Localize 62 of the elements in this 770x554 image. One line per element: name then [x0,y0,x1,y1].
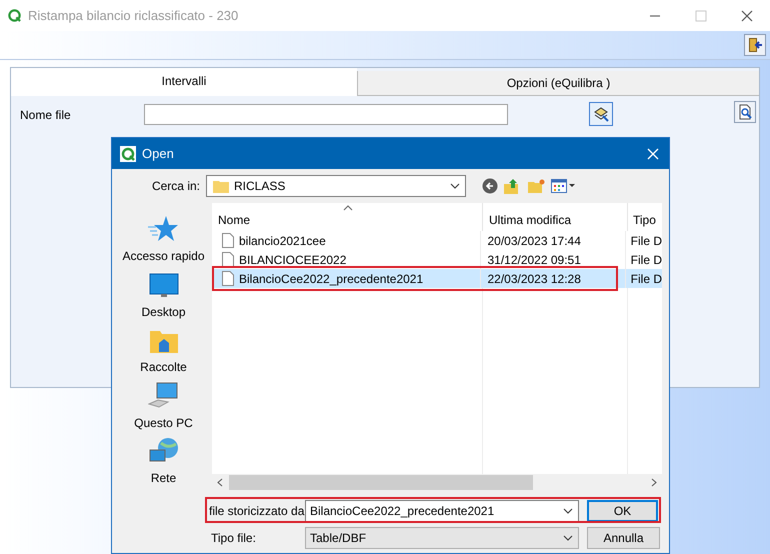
place-link[interactable]: Rete [150,469,176,488]
filename-label: file storicizzato da [209,503,305,520]
computer-icon [148,382,178,410]
new-folder-icon[interactable] [528,179,545,193]
window-title: Ristampa bilancio riclassificato - 230 [28,6,238,25]
cancel-button[interactable]: Annulla [587,527,660,549]
file-row[interactable]: BilancioCee2022_precedente2021 22/03/2023 12:28 File D [212,269,662,288]
scroll-left-icon[interactable] [217,478,223,487]
file-type-dropdown[interactable]: Table/DBF [305,527,579,549]
filename-input[interactable] [144,104,508,125]
scroll-right-icon[interactable] [651,478,657,487]
chevron-down-icon [563,508,573,514]
folder-icon [148,328,178,354]
tab[interactable]: Intervalli [11,68,357,96]
file-date: 31/12/2022 09:51 [487,252,581,268]
file-name: bilancio2021cee [239,232,326,250]
field-label: Nome file [20,107,72,124]
file-type: File D [630,270,662,288]
folder-icon [213,179,229,193]
browse-button[interactable] [589,102,613,126]
look-in-dropdown[interactable]: RICLASS [206,175,466,197]
tab[interactable]: Opzioni (eQuilibra ) [357,71,759,96]
place-link[interactable]: Desktop [141,302,186,321]
file-name: BILANCIOCEE2022 [239,252,346,268]
filename-combo[interactable]: BilancioCee2022_precedente2021 [305,500,579,522]
place-link[interactable]: Questo PC [134,414,193,432]
look-in-label: Cerca in: [150,178,201,195]
search-document-icon [737,104,753,120]
monitor-icon [148,272,178,299]
back-icon[interactable] [482,178,498,194]
file-name: BilancioCee2022_precedente2021 [239,270,424,288]
document-icon [222,252,234,267]
look-in-value: RICLASS [234,178,286,195]
filename-value: BilancioCee2022_precedente2021 [310,503,494,520]
place-link[interactable]: Accesso rapido [122,247,205,265]
search-button[interactable] [734,101,756,123]
star-icon [148,215,178,243]
stack-icon [593,106,609,122]
ok-button[interactable]: OK [587,500,658,522]
chevron-down-icon [563,535,573,541]
app-logo-icon [8,9,21,22]
column-header[interactable]: Tipo [628,203,656,231]
close-icon[interactable] [741,10,753,22]
dialog-title: Open [142,144,174,163]
place-link[interactable]: Raccolte [140,358,187,376]
file-type-label: Tipo file: [211,530,257,547]
file-type: File D [630,232,662,250]
exit-button[interactable] [744,34,766,56]
view-menu-icon[interactable] [551,179,575,193]
chevron-down-icon [450,183,460,189]
app-logo-icon [120,146,136,162]
maximize-icon [695,10,707,22]
file-type-value: Table/DBF [310,530,366,547]
sort-caret-icon [343,205,353,211]
document-icon [222,271,234,286]
scrollbar-thumb[interactable] [229,475,533,490]
file-type: File D [630,252,662,268]
file-date: 22/03/2023 12:28 [487,270,581,288]
document-icon [222,233,234,248]
exit-door-icon [747,37,763,53]
up-folder-icon[interactable] [504,178,520,194]
file-date: 20/03/2023 17:44 [487,232,581,250]
